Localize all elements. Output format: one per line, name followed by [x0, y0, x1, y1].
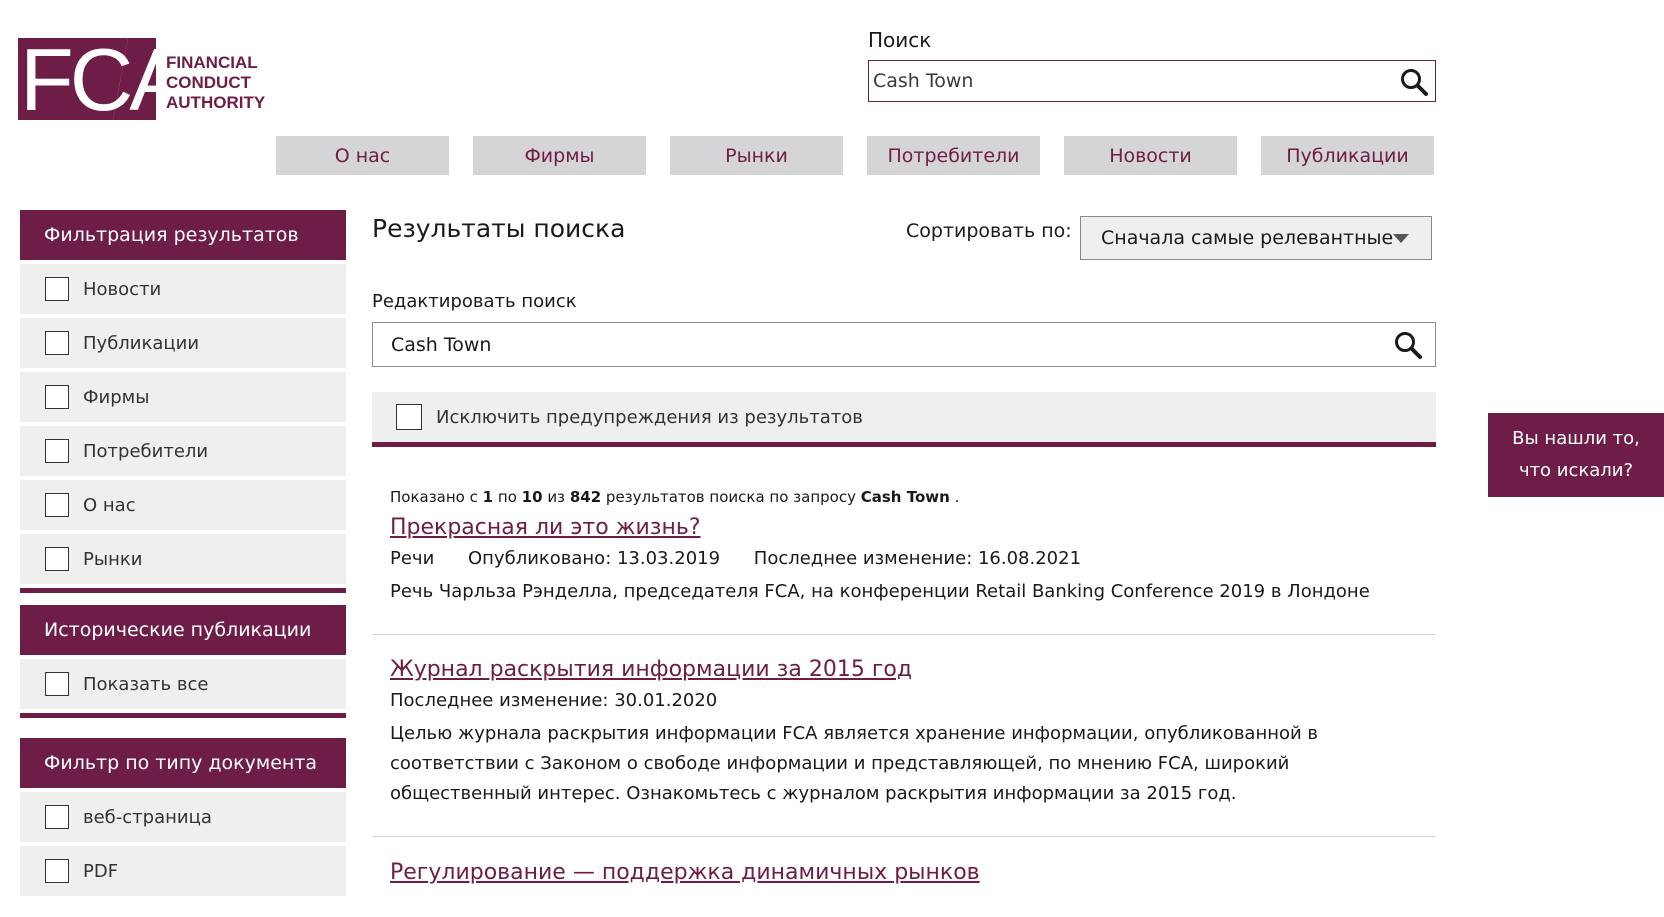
checkbox-icon[interactable]	[45, 385, 69, 409]
edit-search-box	[372, 322, 1436, 367]
result-modified-date: Последнее изменение: 30.01.2020	[390, 690, 718, 711]
result-description: Речь Чарльза Рэнделла, председателя FCA,…	[390, 581, 1370, 602]
main-nav: О нас Фирмы Рынки Потребители Новости Пу…	[276, 136, 1434, 175]
feedback-line: что искали?	[1518, 460, 1634, 481]
section-divider	[372, 442, 1436, 447]
feedback-tab[interactable]: Вы нашли то, что искали?	[1488, 413, 1664, 497]
search-result: Прекрасная ли это жизнь? Речи Опубликова…	[372, 515, 1436, 607]
filter-item-label: Публикации	[83, 332, 200, 354]
result-meta: Речи Опубликовано: 13.03.2019 Последнее …	[390, 548, 1436, 569]
exclude-warnings-label: Исключить предупреждения из результатов	[436, 406, 863, 428]
filter-item-firms[interactable]: Фирмы	[20, 372, 346, 422]
doctype-filter-panel: Фильтр по типу документа веб-страница PD…	[20, 738, 346, 896]
sort-label: Сортировать по:	[906, 220, 1072, 242]
filter-item-label: Потребители	[83, 440, 209, 462]
nav-item-about[interactable]: О нас	[276, 136, 449, 175]
doctype-filter-heading: Фильтр по типу документа	[20, 738, 346, 788]
feedback-line: Вы нашли то,	[1512, 428, 1640, 449]
checkbox-icon[interactable]	[45, 859, 69, 883]
result-divider	[372, 634, 1436, 635]
search-icon[interactable]	[1393, 330, 1423, 360]
filter-item-about[interactable]: О нас	[20, 480, 346, 530]
search-icon[interactable]	[1399, 67, 1429, 97]
edit-search-label: Редактировать поиск	[372, 291, 577, 312]
result-published-date: Опубликовано: 13.03.2019	[468, 548, 721, 569]
filter-item-show-all[interactable]: Показать все	[20, 659, 346, 709]
checkbox-icon[interactable]	[45, 277, 69, 301]
filter-item-publications[interactable]: Публикации	[20, 318, 346, 368]
nav-item-news[interactable]: Новости	[1064, 136, 1237, 175]
filter-item-label: О нас	[83, 494, 136, 516]
checkbox-icon[interactable]	[45, 547, 69, 571]
svg-text:FCA: FCA	[20, 38, 188, 120]
result-description: Целью журнала раскрытия информации FCA я…	[390, 719, 1390, 809]
header-search-input[interactable]	[869, 61, 1435, 101]
nav-item-consumers[interactable]: Потребители	[867, 136, 1040, 175]
header-search-box	[868, 60, 1436, 102]
sort-select[interactable]: Сначала самые релевантные	[1080, 216, 1432, 260]
nav-item-firms[interactable]: Фирмы	[473, 136, 646, 175]
filter-results-heading: Фильтрация результатов	[20, 210, 346, 260]
search-result: Журнал раскрытия информации за 2015 год …	[372, 657, 1436, 809]
result-title-link[interactable]: Регулирование — поддержка динамичных рын…	[390, 860, 980, 885]
historical-publications-heading: Исторические публикации	[20, 605, 346, 655]
filter-item-label: Новости	[83, 278, 162, 300]
checkbox-icon[interactable]	[45, 331, 69, 355]
filter-item-markets[interactable]: Рынки	[20, 534, 346, 584]
filter-item-label: PDF	[83, 860, 119, 882]
result-description-line: Целью журнала раскрытия информации FCA я…	[390, 723, 1319, 744]
checkbox-icon[interactable]	[45, 439, 69, 463]
filter-item-news[interactable]: Новости	[20, 264, 346, 314]
checkbox-icon[interactable]	[45, 672, 69, 696]
result-modified-date: Последнее изменение: 16.08.2021	[753, 548, 1082, 569]
filter-item-webpage[interactable]: веб-страница	[20, 792, 346, 842]
filter-item-label: Показать все	[83, 673, 209, 695]
search-result: Регулирование — поддержка динамичных рын…	[372, 860, 1436, 885]
result-description-line: общественный интерес. Ознакомьтесь с жур…	[390, 783, 1237, 804]
svg-text:FINANCIAL: FINANCIAL	[166, 53, 258, 72]
filter-results-panel: Фильтрация результатов Новости Публикаци…	[20, 210, 346, 593]
checkbox-icon[interactable]	[45, 805, 69, 829]
svg-text:AUTHORITY: AUTHORITY	[166, 93, 266, 112]
filter-item-label: Фирмы	[83, 386, 150, 408]
header-search-label: Поиск	[868, 28, 932, 52]
filter-item-consumers[interactable]: Потребители	[20, 426, 346, 476]
result-title-link[interactable]: Журнал раскрытия информации за 2015 год	[390, 657, 912, 682]
panel-divider	[20, 713, 346, 718]
filter-item-label: веб-страница	[83, 806, 212, 828]
caret-down-icon	[1393, 234, 1409, 243]
panel-divider	[20, 588, 346, 593]
exclude-warnings-toggle[interactable]: Исключить предупреждения из результатов	[372, 392, 1436, 442]
historical-publications-panel: Исторические публикации Показать все	[20, 605, 346, 718]
result-title-link[interactable]: Прекрасная ли это жизнь?	[390, 515, 701, 540]
result-type: Речи	[390, 548, 435, 569]
svg-text:CONDUCT: CONDUCT	[166, 73, 252, 92]
sort-selected-value: Сначала самые релевантные	[1101, 227, 1394, 249]
results-count-text: Показано с 1 по 10 из 842 результатов по…	[390, 488, 960, 506]
result-divider	[372, 836, 1436, 837]
result-meta: Последнее изменение: 30.01.2020	[390, 690, 1436, 711]
page-title: Результаты поиска	[372, 214, 626, 243]
result-description-line: соответствии с Законом о свободе информа…	[390, 753, 1290, 774]
nav-item-markets[interactable]: Рынки	[670, 136, 843, 175]
edit-search-input[interactable]	[373, 323, 1435, 366]
filter-item-label: Рынки	[83, 548, 143, 570]
fca-logo[interactable]: FCA FINANCIAL CONDUCT AUTHORITY	[18, 38, 288, 120]
checkbox-icon[interactable]	[396, 404, 422, 430]
filter-item-pdf[interactable]: PDF	[20, 846, 346, 896]
checkbox-icon[interactable]	[45, 493, 69, 517]
nav-item-publications[interactable]: Публикации	[1261, 136, 1434, 175]
